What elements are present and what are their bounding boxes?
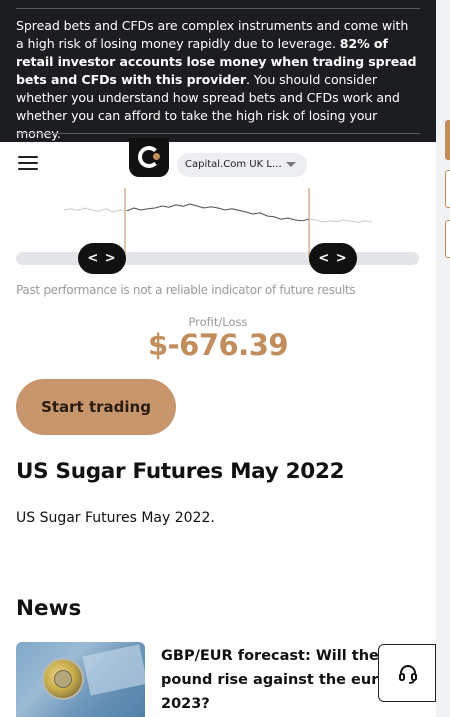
side-tab[interactable] <box>445 170 450 208</box>
profit-loss-label: Profit/Loss <box>188 315 248 329</box>
price-chart-svg <box>16 188 419 265</box>
range-track[interactable] <box>16 252 419 265</box>
right-gutter <box>436 0 450 717</box>
side-tab[interactable] <box>445 220 450 258</box>
news-thumbnail[interactable] <box>16 642 145 717</box>
instrument-description: US Sugar Futures May 2022. <box>16 510 215 526</box>
range-end-handle[interactable]: < > <box>309 243 357 274</box>
price-chart[interactable]: < > < > <box>0 188 436 288</box>
news-heading: News <box>16 596 82 621</box>
news-item-title[interactable]: GBP/EUR forecast: Will the pound rise ag… <box>161 644 411 716</box>
entity-select[interactable]: Capital.Com UK Lim... <box>177 153 307 177</box>
range-start-handle[interactable]: < > <box>78 243 126 274</box>
past-performance-disclaimer: Past performance is not a reliable indic… <box>16 283 356 297</box>
price-line-full <box>63 203 373 223</box>
caret-down-icon <box>286 162 296 167</box>
divider <box>16 8 420 9</box>
support-button[interactable] <box>378 644 436 702</box>
risk-warning-banner: Spread bets and CFDs are complex instrum… <box>0 0 436 142</box>
price-line-selected <box>126 203 310 222</box>
entity-select-label: Capital.Com UK Lim... <box>185 159 283 170</box>
page: Spread bets and CFDs are complex instrum… <box>0 0 436 717</box>
divider <box>16 133 420 134</box>
capital-com-logo[interactable] <box>129 138 169 177</box>
coin-image <box>42 658 84 700</box>
start-trading-button[interactable]: Start trading <box>16 379 176 435</box>
headset-icon <box>399 665 417 684</box>
profit-loss-value: $-676.39 <box>147 328 289 362</box>
risk-warning-text: Spread bets and CFDs are complex instrum… <box>16 18 417 141</box>
instrument-title: US Sugar Futures May 2022 <box>16 459 345 484</box>
side-tab[interactable] <box>445 120 450 160</box>
hamburger-menu-icon[interactable] <box>18 156 38 172</box>
header: Capital.Com UK Lim... <box>0 138 436 188</box>
